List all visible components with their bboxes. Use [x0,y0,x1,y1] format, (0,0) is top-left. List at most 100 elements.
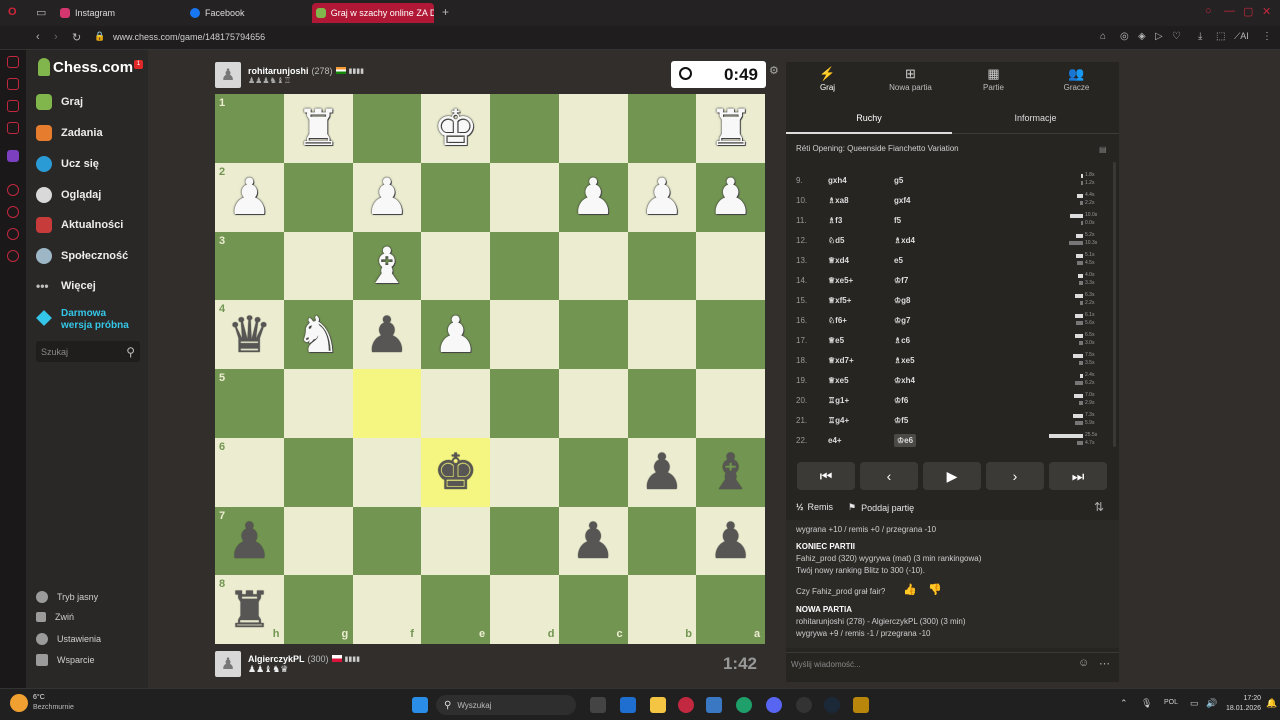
square-g4[interactable]: ♞ [283,300,353,369]
square-b7[interactable] [627,506,697,576]
sidebar-item-spolecznosc[interactable]: Społeczność [36,248,128,264]
minimize-icon[interactable]: — [1224,5,1235,17]
piece-e6[interactable]: ♚ [433,447,478,497]
square-e3[interactable] [421,231,490,301]
square-c6[interactable] [558,437,628,507]
black-move[interactable]: ♔f7 [894,276,908,285]
sidebar-item-graj[interactable]: Graj [36,94,83,110]
square-c1[interactable] [558,94,628,163]
square-g6[interactable] [283,437,353,507]
square-g2[interactable] [283,162,353,232]
footer-light-mode[interactable]: Tryb jasny [36,591,98,603]
forward-icon[interactable]: › [54,31,58,43]
avatar[interactable]: ♟ [215,62,241,88]
emoji-icon[interactable]: ☺ [1078,657,1089,669]
square-a6[interactable]: ♝ [696,437,765,507]
white-move[interactable]: ♖g1+ [828,396,849,405]
black-move[interactable]: ♔g7 [894,316,911,325]
scrollbar[interactable] [1113,162,1116,447]
chesscom-logo[interactable]: Chess.com [38,58,133,76]
task-view-icon[interactable] [590,697,606,713]
flip-board-icon[interactable]: ⇅ [1094,500,1104,514]
language-indicator[interactable]: POL [1164,699,1178,706]
footer-collapse[interactable]: Zwiń [36,612,74,622]
notification-icon[interactable]: 🔔 [1266,698,1277,709]
ai-icon[interactable]: ⟋AI [1234,31,1249,42]
square-h2[interactable]: ♟ [215,162,284,232]
black-move[interactable]: ♔f6 [894,396,908,405]
app-icon[interactable] [853,697,869,713]
square-e5[interactable] [421,369,490,438]
square-c2[interactable]: ♟ [558,162,628,232]
search-tabs-icon[interactable]: ○ [1205,5,1212,17]
search-icon[interactable]: ⚲ [126,345,135,359]
square-d6[interactable] [490,437,559,507]
white-move[interactable]: ♕xd4 [828,256,849,265]
opera-logo-icon[interactable]: O [8,6,17,18]
discord-icon[interactable] [766,697,782,713]
piece-f3[interactable]: ♝ [364,241,409,291]
sidebar-item-wiecej[interactable]: ••• Więcej [36,278,96,294]
square-d2[interactable] [490,162,559,232]
resign-button[interactable]: ⚑ Poddaj partię [848,502,914,513]
mic-icon[interactable]: 🎙 [1141,698,1152,709]
prev-move-button[interactable]: ‹ [860,462,918,490]
square-f3[interactable]: ♝ [352,231,422,301]
new-tab-icon[interactable]: + [442,5,449,19]
square-a4[interactable] [696,300,765,369]
square-d1[interactable] [490,94,559,163]
piece-b6[interactable]: ♟ [639,447,684,497]
free-trial-link[interactable]: Darmowa wersja próbna [36,308,129,332]
piece-f4[interactable]: ♟ [364,310,409,360]
sidebar-app-icon[interactable] [7,206,19,218]
weather-widget[interactable]: 6°C Bezchmurnie [10,693,74,713]
notification-badge[interactable]: 1 [134,60,143,69]
piece-a7[interactable]: ♟ [708,516,753,566]
explorer-icon[interactable] [650,697,666,713]
black-move[interactable]: g5 [894,176,903,185]
black-move[interactable]: gxf4 [894,196,910,205]
volume-icon[interactable]: 🔊 [1206,698,1217,709]
first-move-button[interactable]: ⏮ [797,462,855,490]
square-a5[interactable] [696,369,765,438]
piece-a2[interactable]: ♟ [708,172,753,222]
store-icon[interactable] [620,697,636,713]
heart-icon[interactable]: ♡ [1172,31,1181,42]
piece-g4[interactable]: ♞ [296,310,341,360]
square-h1[interactable] [215,94,284,163]
square-a3[interactable] [696,231,765,301]
square-b5[interactable] [627,369,697,438]
sidebar-item-zadania[interactable]: Zadania [36,125,103,141]
piece-h4[interactable]: ♛ [227,310,272,360]
square-c3[interactable] [558,231,628,301]
square-c4[interactable] [558,300,628,369]
subtab-ruchy[interactable]: Ruchy [786,106,952,134]
play-moves-button[interactable]: ▶ [923,462,981,490]
sidebar-app-icon[interactable] [7,250,19,262]
next-move-button[interactable]: › [986,462,1044,490]
square-c5[interactable] [558,369,628,438]
square-b3[interactable] [627,231,697,301]
app-icon[interactable] [796,697,812,713]
sidebar-item-ogladaj[interactable]: Oglądaj [36,187,101,203]
sidebar-app-icon[interactable] [7,78,19,90]
white-move[interactable]: ♕xe5 [828,376,849,385]
draw-button[interactable]: ½ Remis [796,502,833,512]
piece-b2[interactable]: ♟ [639,172,684,222]
black-move[interactable]: e5 [894,256,903,265]
square-b4[interactable] [627,300,697,369]
search-box[interactable]: Szukaj ⚲ [36,341,140,362]
footer-settings[interactable]: Ustawienia [36,633,101,645]
subtab-informacje[interactable]: Informacje [952,106,1119,134]
network-icon[interactable]: ▭ [1190,698,1199,709]
book-icon[interactable]: ▤ [1099,145,1107,154]
square-e4[interactable]: ♟ [421,300,490,369]
tab-gracze[interactable]: 👥 Gracze [1035,64,1118,100]
square-b1[interactable] [627,94,697,163]
white-move[interactable]: ♕xd7+ [828,356,854,365]
twitch-icon[interactable] [7,150,19,162]
taskbar-search[interactable]: ⚲ Wyszukaj [436,695,576,715]
piece-f2[interactable]: ♟ [364,172,409,222]
square-h7[interactable]: ♟ [215,506,284,576]
white-move[interactable]: ♘f6+ [828,316,847,325]
